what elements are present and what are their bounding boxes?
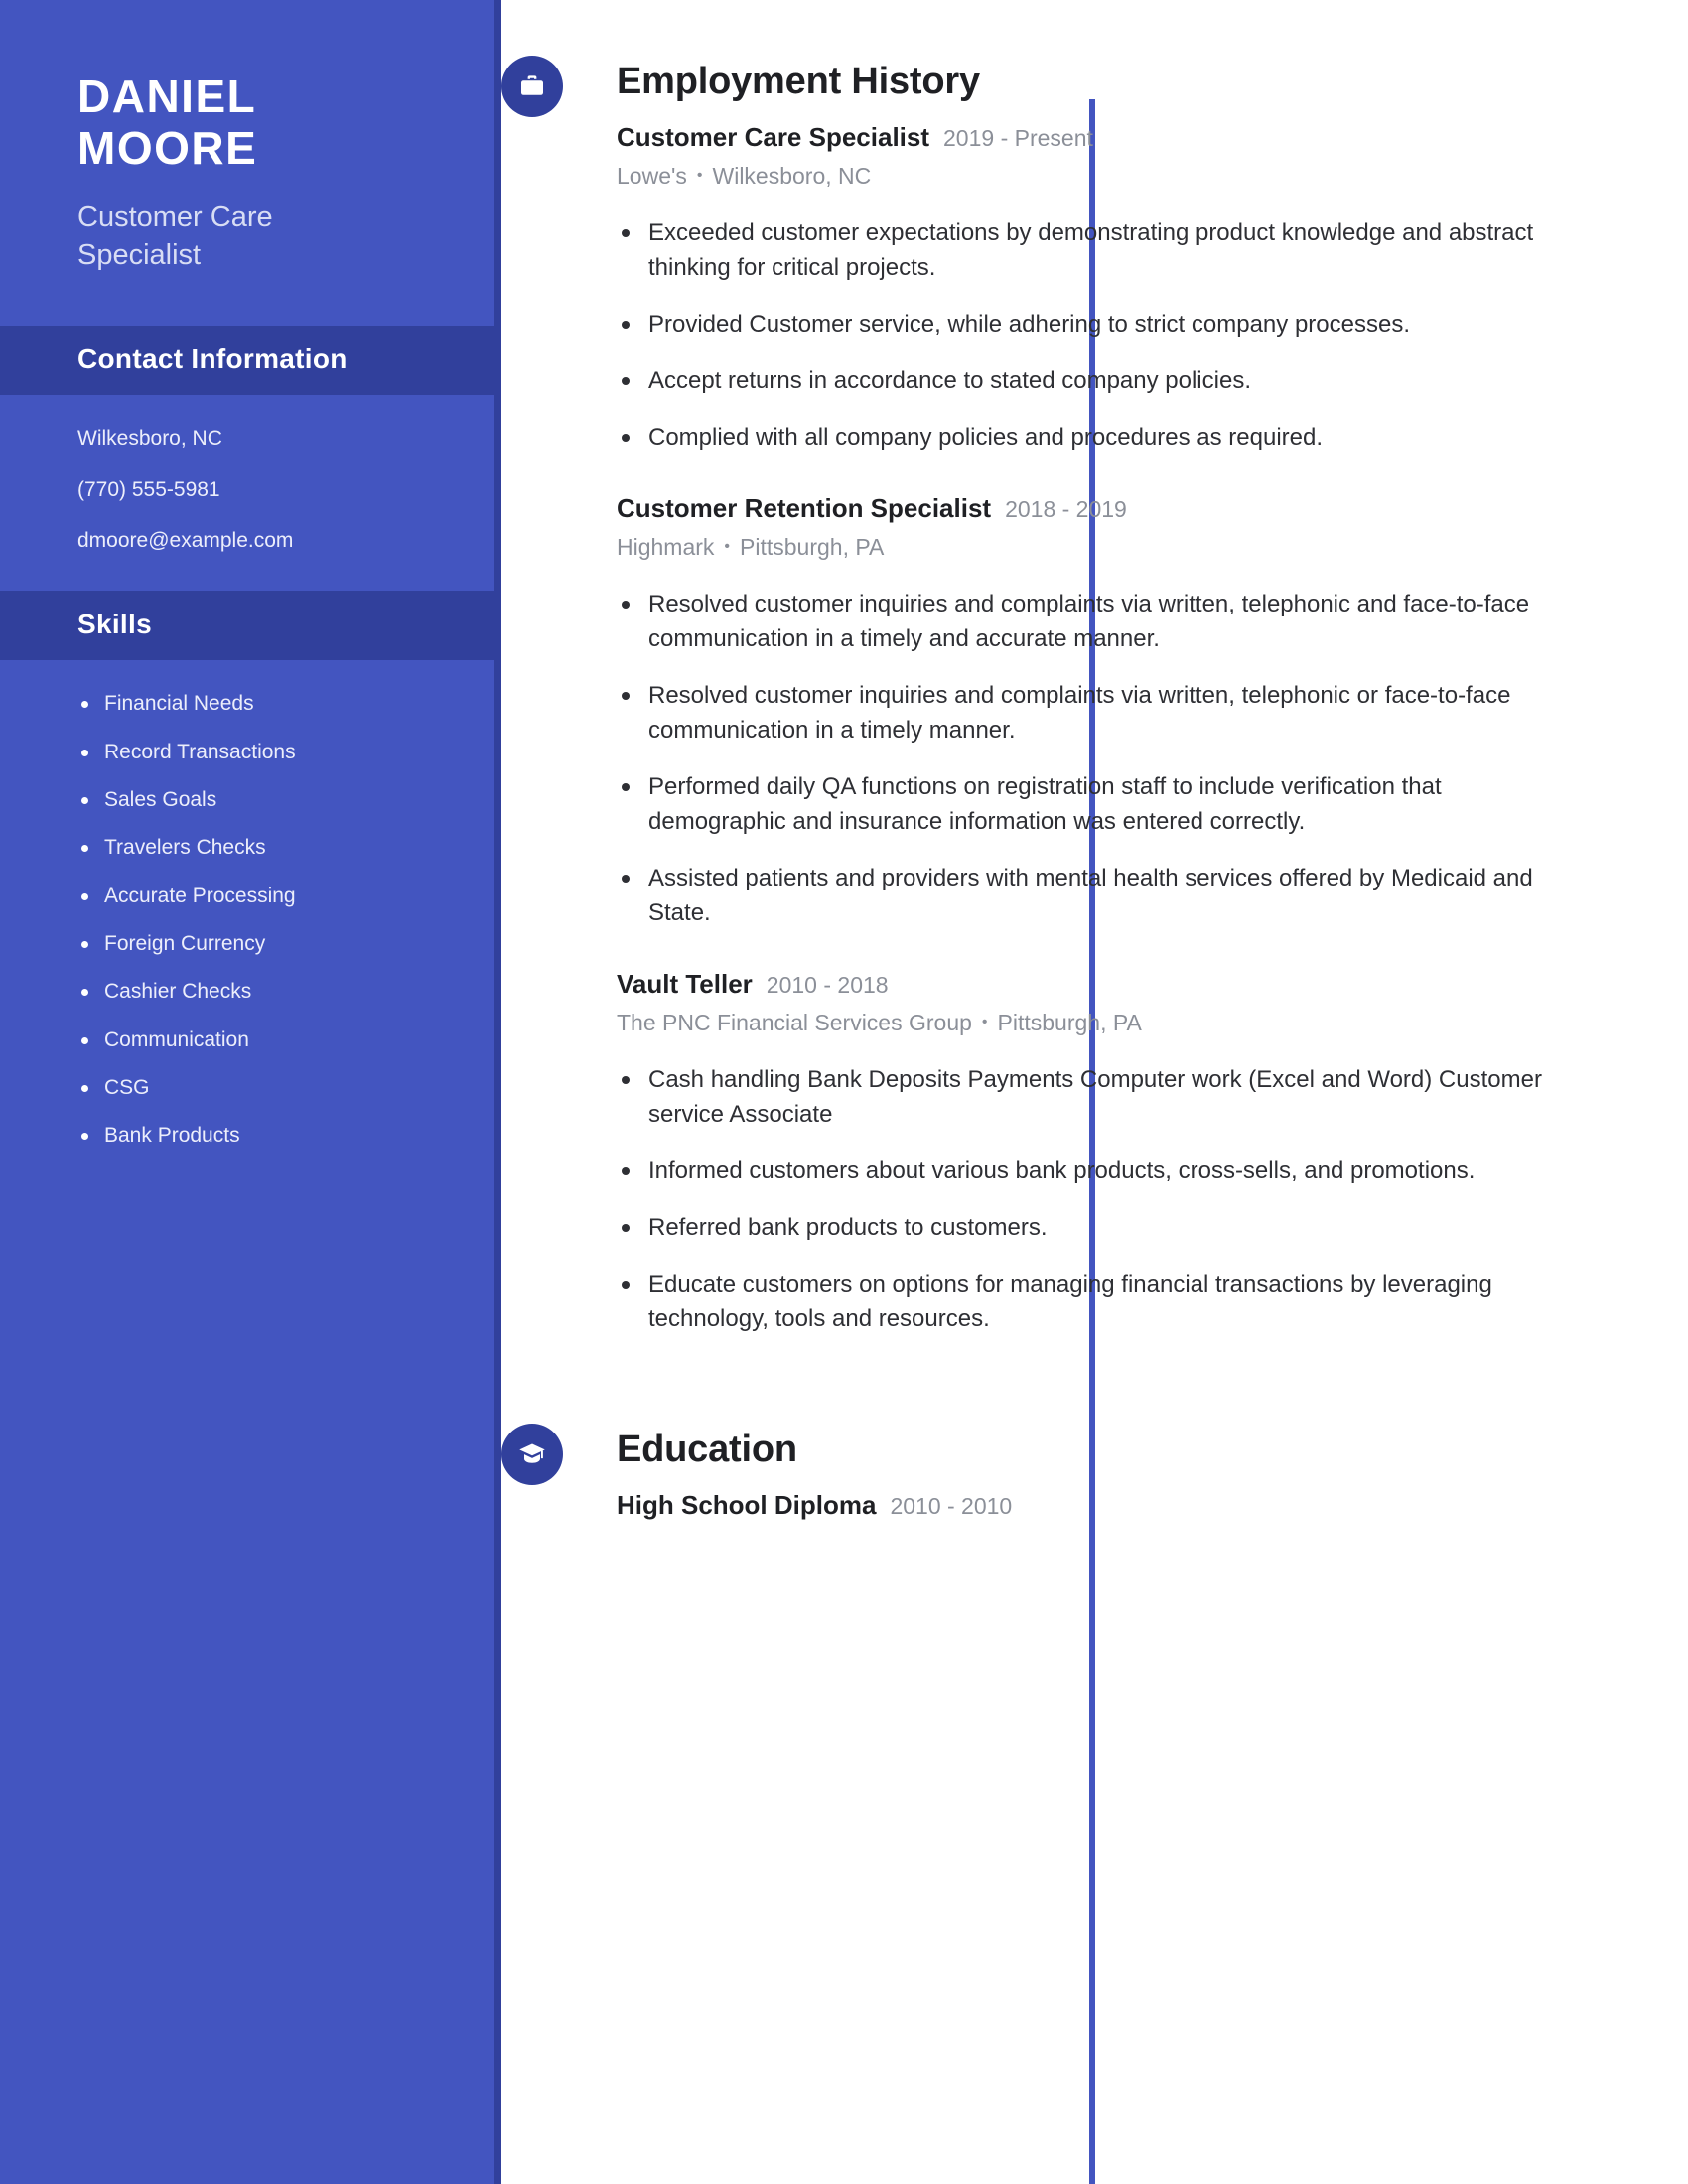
entry-dates: 2018 - 2019 xyxy=(1005,495,1127,522)
name-block: DANIEL MOORE Customer Care Specialist xyxy=(0,0,494,326)
entry-meta: Highmark • Pittsburgh, PA xyxy=(617,532,1597,563)
entry-bullets: Exceeded customer expectations by demons… xyxy=(617,215,1597,455)
degree-dates: 2010 - 2010 xyxy=(890,1492,1013,1519)
degree-title: High School Diploma xyxy=(617,1489,877,1520)
main-content: Employment History Customer Care Special… xyxy=(501,0,1688,2184)
education-heading: Education xyxy=(617,1428,797,1470)
headline-job-title: Customer Care Specialist xyxy=(77,202,273,271)
contact-heading: Contact Information xyxy=(77,343,348,375)
entry-meta: Lowe's • Wilkesboro, NC xyxy=(617,161,1597,192)
employment-entry: Vault Teller 2010 - 2018 The PNC Financi… xyxy=(617,968,1597,1336)
education-section-header: Education xyxy=(501,1423,1597,1485)
skill-item: Communication xyxy=(77,1026,417,1053)
bullet-item: Accept returns in accordance to stated c… xyxy=(617,363,1570,398)
entry-dates: 2010 - 2018 xyxy=(766,971,889,998)
skills-section-body: Financial Needs Record Transactions Sale… xyxy=(0,660,494,1184)
entry-header: High School Diploma 2010 - 2010 xyxy=(617,1489,1597,1523)
entry-header: Customer Retention Specialist 2018 - 201… xyxy=(617,492,1597,526)
entry-job-title: Vault Teller xyxy=(617,968,753,999)
employment-section-header: Employment History xyxy=(501,56,1597,117)
entry-bullets: Cash handling Bank Deposits Payments Com… xyxy=(617,1062,1597,1336)
contact-section-body: Wilkesboro, NC (770) 555-5981 dmoore@exa… xyxy=(0,395,494,591)
meta-separator: • xyxy=(981,1013,988,1030)
skills-heading: Skills xyxy=(77,609,152,640)
skill-item: Sales Goals xyxy=(77,786,417,813)
contact-location: Wilkesboro, NC xyxy=(77,427,222,451)
entry-company: Highmark xyxy=(617,533,715,560)
employment-history-section: Employment History Customer Care Special… xyxy=(501,56,1597,1336)
contact-email[interactable]: dmoore@example.com xyxy=(77,527,417,555)
entry-location: Pittsburgh, PA xyxy=(997,1009,1142,1035)
skill-item: Travelers Checks xyxy=(77,834,417,861)
skill-item: Bank Products xyxy=(77,1122,417,1149)
contact-phone[interactable]: (770) 555-5981 xyxy=(77,477,417,504)
skills-section-header: Skills xyxy=(0,591,494,661)
bullet-item: Exceeded customer expectations by demons… xyxy=(617,215,1570,285)
bullet-item: Informed customers about various bank pr… xyxy=(617,1154,1570,1188)
bullet-item: Resolved customer inquiries and complain… xyxy=(617,587,1570,656)
contact-section-header: Contact Information xyxy=(0,326,494,396)
employment-entry: Customer Care Specialist 2019 - Present … xyxy=(617,121,1597,455)
employment-entry: Customer Retention Specialist 2018 - 201… xyxy=(617,492,1597,930)
bullet-item: Complied with all company policies and p… xyxy=(617,420,1570,455)
briefcase-icon xyxy=(501,56,563,117)
skill-item: Financial Needs xyxy=(77,690,417,717)
entry-dates: 2019 - Present xyxy=(943,124,1093,151)
skill-item: CSG xyxy=(77,1074,417,1101)
bullet-item: Educate customers on options for managin… xyxy=(617,1267,1570,1336)
bullet-item: Assisted patients and providers with men… xyxy=(617,861,1570,930)
skill-item: Record Transactions xyxy=(77,739,417,765)
last-name: MOORE xyxy=(77,121,258,174)
bullet-item: Performed daily QA functions on registra… xyxy=(617,769,1570,839)
bullet-item: Cash handling Bank Deposits Payments Com… xyxy=(617,1062,1570,1132)
entry-job-title: Customer Retention Specialist xyxy=(617,492,992,523)
skills-list: Financial Needs Record Transactions Sale… xyxy=(77,690,417,1149)
skill-item: Accurate Processing xyxy=(77,883,417,909)
resume-page: DANIEL MOORE Customer Care Specialist Co… xyxy=(0,0,1688,2184)
bullet-item: Referred bank products to customers. xyxy=(617,1210,1570,1245)
skill-item: Foreign Currency xyxy=(77,930,417,957)
entry-company: The PNC Financial Services Group xyxy=(617,1009,972,1035)
entry-location: Pittsburgh, PA xyxy=(740,533,885,560)
bullet-item: Resolved customer inquiries and complain… xyxy=(617,678,1570,748)
entry-header: Vault Teller 2010 - 2018 xyxy=(617,968,1597,1002)
entry-company: Lowe's xyxy=(617,162,687,189)
bullet-item: Provided Customer service, while adherin… xyxy=(617,307,1570,341)
education-section: Education High School Diploma 2010 - 201… xyxy=(501,1423,1597,1523)
employment-heading: Employment History xyxy=(617,61,980,102)
education-entry: High School Diploma 2010 - 2010 xyxy=(617,1489,1597,1523)
first-name: DANIEL xyxy=(77,70,257,122)
graduation-cap-icon xyxy=(501,1423,563,1485)
meta-separator: • xyxy=(724,537,731,555)
entry-location: Wilkesboro, NC xyxy=(712,162,872,189)
sidebar: DANIEL MOORE Customer Care Specialist Co… xyxy=(0,0,501,2184)
entry-meta: The PNC Financial Services Group • Pittsbu… xyxy=(617,1008,1597,1038)
entry-job-title: Customer Care Specialist xyxy=(617,121,930,152)
entry-header: Customer Care Specialist 2019 - Present xyxy=(617,121,1597,155)
meta-separator: • xyxy=(696,166,703,184)
skill-item: Cashier Checks xyxy=(77,978,417,1005)
entry-bullets: Resolved customer inquiries and complain… xyxy=(617,587,1597,930)
